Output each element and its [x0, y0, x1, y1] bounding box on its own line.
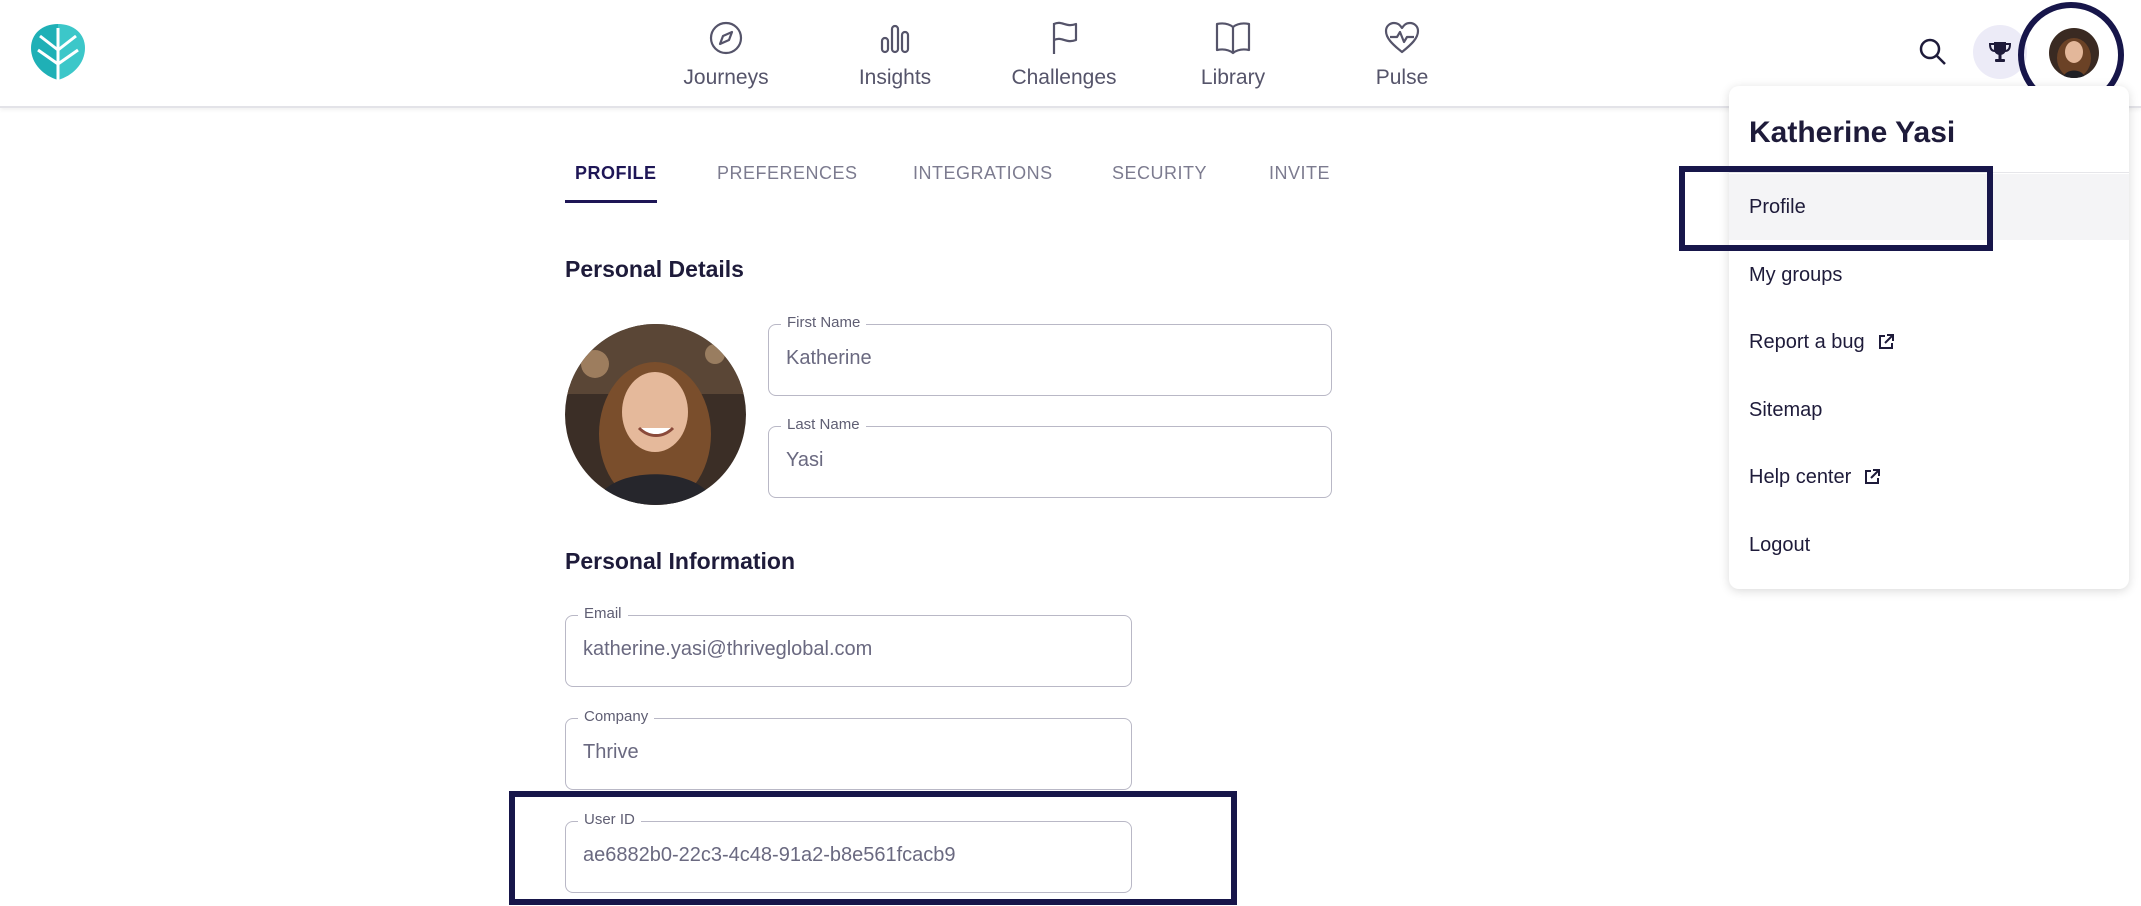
- user-id-highlight-box: [509, 791, 1237, 905]
- first-name-field[interactable]: First Name Katherine: [768, 314, 1332, 396]
- active-tab-indicator: [565, 200, 657, 203]
- menu-item-sitemap-label: Sitemap: [1749, 398, 1823, 421]
- nav-library[interactable]: Library: [1158, 18, 1308, 90]
- last-name-value: Yasi: [786, 449, 824, 471]
- bar-chart-icon: [880, 24, 910, 54]
- nav-library-label: Library: [1200, 66, 1266, 89]
- email-field[interactable]: Email katherine.yasi@thriveglobal.com: [565, 605, 1132, 687]
- book-icon: [1215, 22, 1251, 55]
- nav-journeys-label: Journeys: [683, 66, 769, 89]
- menu-item-my-groups-label: My groups: [1749, 263, 1843, 286]
- first-name-value: Katherine: [786, 347, 872, 369]
- menu-item-my-groups[interactable]: My groups: [1729, 242, 2129, 308]
- nav-insights-label: Insights: [858, 66, 932, 89]
- compass-icon: [709, 21, 743, 55]
- company-field[interactable]: Company Thrive: [565, 708, 1132, 790]
- external-link-icon: [1878, 334, 1894, 349]
- menu-item-report-bug-label: Report a bug: [1749, 330, 1865, 353]
- nav-challenges-label: Challenges: [1011, 66, 1117, 89]
- nav-challenges[interactable]: Challenges: [989, 18, 1139, 90]
- dropdown-user-name: Katherine Yasi: [1749, 116, 1956, 149]
- nav-pulse[interactable]: Pulse: [1327, 18, 1477, 90]
- tab-preferences[interactable]: PREFERENCES: [717, 163, 858, 184]
- menu-item-logout-label: Logout: [1749, 533, 1811, 556]
- flag-icon: [1052, 21, 1078, 54]
- profile-photo[interactable]: [565, 324, 746, 505]
- nav-pulse-label: Pulse: [1375, 66, 1429, 89]
- nav-journeys[interactable]: Journeys: [651, 18, 801, 90]
- tab-profile[interactable]: PROFILE: [575, 163, 657, 184]
- search-icon[interactable]: [1917, 36, 1949, 68]
- tab-security[interactable]: SECURITY: [1112, 163, 1207, 184]
- email-value: katherine.yasi@thriveglobal.com: [583, 638, 873, 660]
- menu-item-help-center[interactable]: Help center: [1729, 444, 2129, 510]
- last-name-field[interactable]: Last Name Yasi: [768, 416, 1332, 498]
- personal-information-heading: Personal Information: [565, 548, 796, 574]
- first-name-label: First Name: [781, 314, 867, 331]
- thrive-logo-icon[interactable]: [28, 18, 88, 84]
- profile-menu-highlight-box: [1679, 166, 1993, 251]
- email-label: Email: [578, 605, 628, 622]
- menu-item-sitemap[interactable]: Sitemap: [1729, 377, 2129, 443]
- menu-item-report-bug[interactable]: Report a bug: [1729, 309, 2129, 375]
- nav-insights[interactable]: Insights: [820, 18, 970, 90]
- last-name-label: Last Name: [781, 416, 866, 433]
- external-link-icon: [1865, 469, 1881, 484]
- user-dropdown-menu: Katherine Yasi Profile My groups Report …: [1729, 86, 2129, 589]
- trophy-icon: [1988, 42, 2012, 62]
- company-value: Thrive: [583, 741, 639, 763]
- company-label: Company: [578, 708, 655, 725]
- personal-details-heading: Personal Details: [565, 256, 744, 282]
- tab-invite[interactable]: INVITE: [1269, 163, 1330, 184]
- heart-pulse-icon: [1384, 21, 1420, 54]
- menu-item-help-center-label: Help center: [1749, 465, 1852, 488]
- menu-item-logout[interactable]: Logout: [1729, 512, 2129, 578]
- tab-integrations[interactable]: INTEGRATIONS: [913, 163, 1053, 184]
